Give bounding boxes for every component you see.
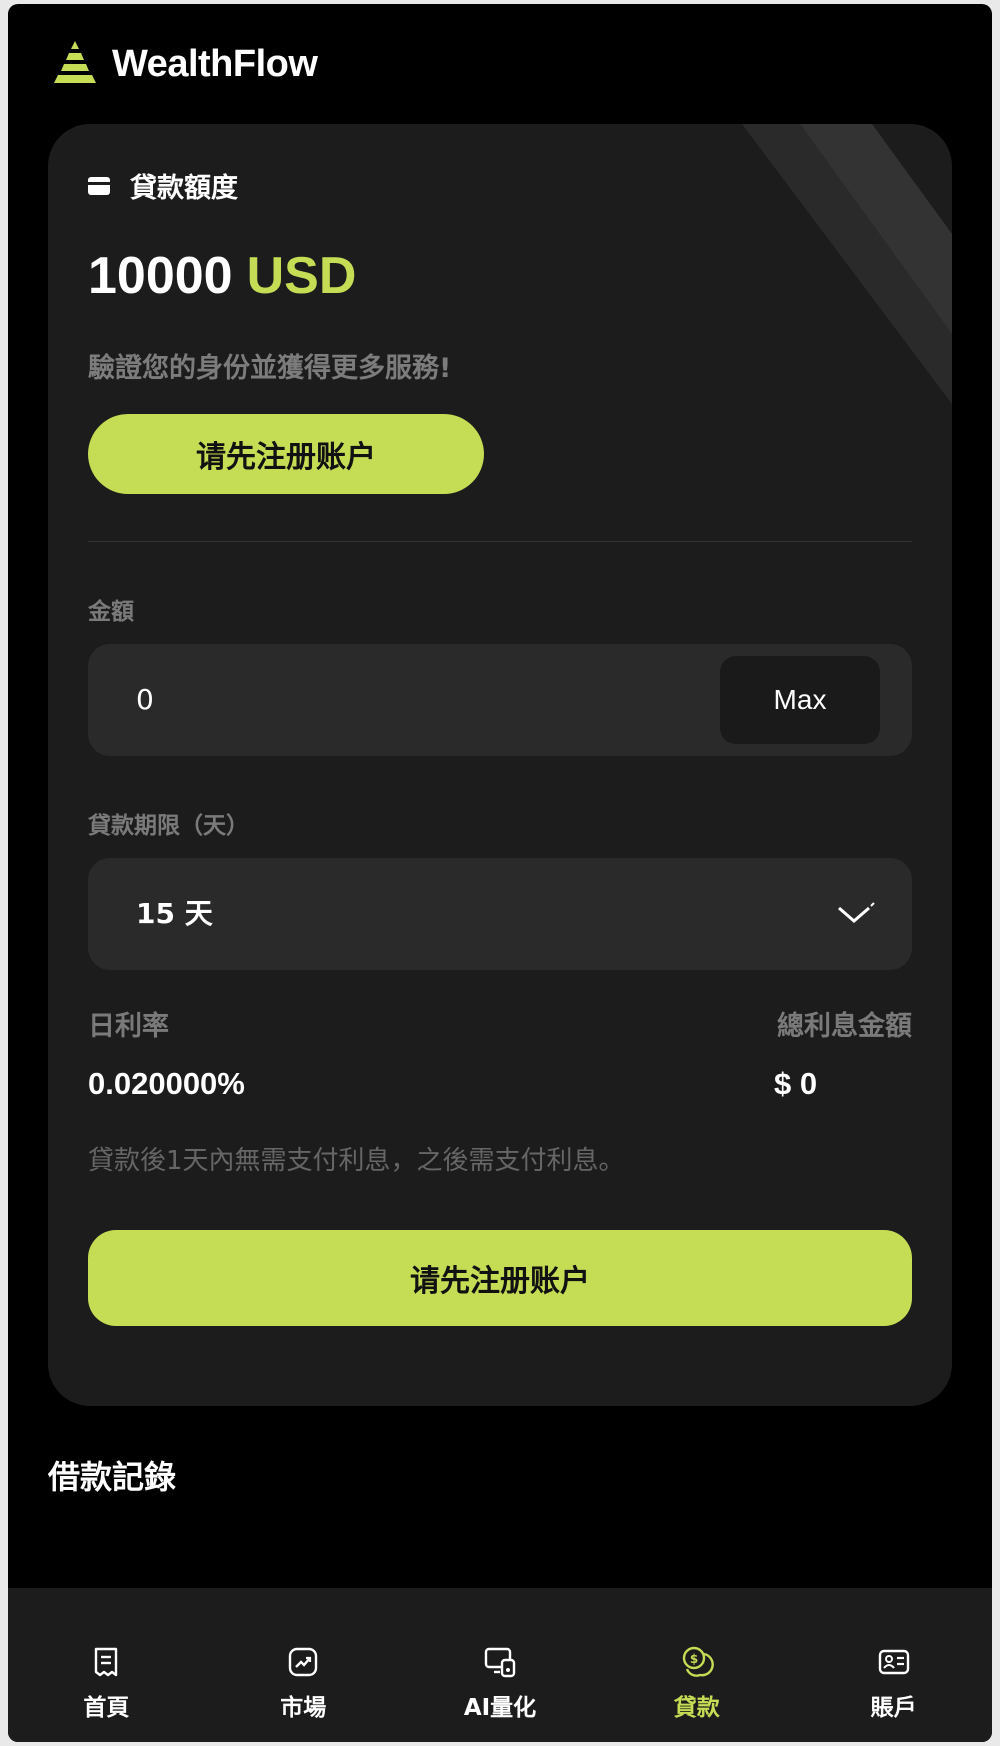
nav-label: 市場 <box>280 1695 327 1721</box>
credit-card-icon <box>88 176 110 195</box>
nav-home[interactable]: 首頁 <box>8 1588 205 1742</box>
id-card-icon <box>878 1649 909 1675</box>
daily-rate-value: 0.020000% <box>88 1066 245 1101</box>
nav-label: AI量化 <box>463 1695 537 1721</box>
quota-number: 10000 <box>88 247 233 305</box>
nav-label: 首頁 <box>83 1695 130 1721</box>
verify-text: 驗證您的身份並獲得更多服務! <box>88 353 452 384</box>
daily-rate-label: 日利率 <box>88 1011 169 1042</box>
total-interest-value: $ 0 <box>774 1066 818 1101</box>
app-frame: WealthFlow 貸款額度 10000 USD 驗證您的身份並獲得更多服務! … <box>8 4 992 1742</box>
register-button[interactable]: 请先注册账户 <box>88 414 484 494</box>
amount-value[interactable]: 0 <box>136 644 154 756</box>
card-decoration <box>742 124 952 404</box>
loan-card: 貸款額度 10000 USD 驗證您的身份並獲得更多服務! 请先注册账户 金額 0… <box>48 124 952 1406</box>
term-label: 貸款期限（天） <box>88 813 249 839</box>
device-lock-icon <box>484 1647 516 1678</box>
amount-input[interactable]: 0 Max <box>88 644 912 756</box>
total-interest-label: 總利息金額 <box>777 1011 912 1042</box>
quota-label: 貸款額度 <box>130 173 238 204</box>
nav-market[interactable]: 市場 <box>205 1588 402 1742</box>
quota-amount: 10000 USD <box>88 246 356 306</box>
svg-text:$: $ <box>690 1652 698 1666</box>
nav-label: 貸款 <box>673 1695 720 1721</box>
logo-pyramid-icon <box>54 41 96 83</box>
loan-records-title: 借款記錄 <box>48 1458 177 1496</box>
term-value: 15 天 <box>136 897 213 930</box>
max-button[interactable]: Max <box>720 656 880 744</box>
coins-icon: $ <box>682 1646 714 1677</box>
quota-header: 貸款額度 <box>88 166 238 205</box>
amount-label: 金額 <box>88 599 134 625</box>
receipt-icon <box>95 1647 118 1677</box>
chart-trend-icon <box>288 1647 318 1677</box>
nav-ai-quant[interactable]: AI量化 <box>402 1588 599 1742</box>
interest-note: 貸款後1天內無需支付利息，之後需支付利息。 <box>88 1146 625 1176</box>
logo[interactable]: WealthFlow <box>48 34 318 94</box>
divider <box>88 541 912 542</box>
submit-register-button[interactable]: 请先注册账户 <box>88 1230 912 1326</box>
nav-loan[interactable]: $ 貸款 <box>598 1588 795 1742</box>
quota-currency: USD <box>246 247 357 305</box>
brand-name: WealthFlow <box>112 42 318 85</box>
term-select[interactable]: 15 天 <box>88 858 912 970</box>
nav-account[interactable]: 賬戶 <box>795 1588 992 1742</box>
chevron-down-icon <box>838 902 875 923</box>
nav-label: 賬戶 <box>870 1695 917 1721</box>
bottom-nav: 首頁 市場 AI量化 $ 貸款 賬戶 <box>8 1588 992 1742</box>
